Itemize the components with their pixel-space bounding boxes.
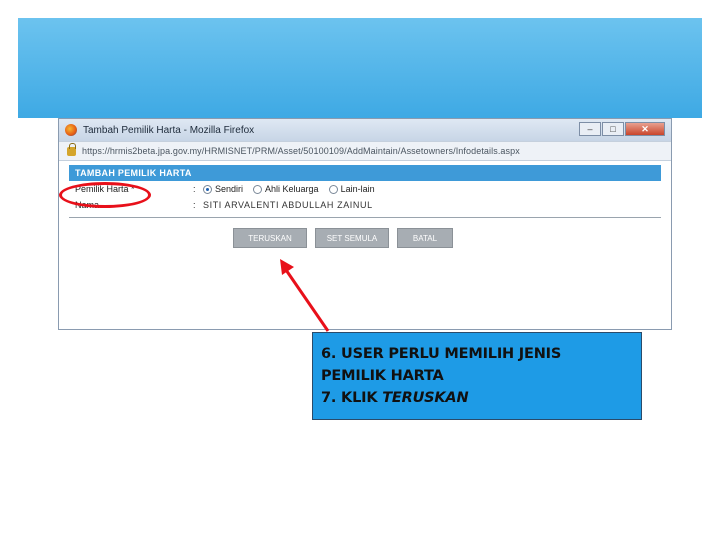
set-semula-button[interactable]: SET SEMULA (315, 228, 389, 248)
minimize-icon[interactable]: – (579, 122, 601, 136)
firefox-popup-window: Tambah Pemilik Harta - Mozilla Firefox –… (58, 118, 672, 330)
url-bar[interactable]: https://hrmis2beta.jpa.gov.my/HRMISNET/P… (59, 141, 671, 161)
firefox-icon (65, 124, 77, 136)
slide-header-band (18, 18, 702, 118)
callout-line-1: 6. USER PERLU MEMILIH JENIS (321, 346, 562, 362)
owner-row: Pemilik Harta * : Sendiri Ahli Keluarga … (69, 181, 661, 197)
divider (69, 217, 661, 218)
button-row: TERUSKAN SET SEMULA BATAL (233, 228, 661, 248)
form-header: TAMBAH PEMILIK HARTA (69, 165, 661, 181)
teruskan-button[interactable]: TERUSKAN (233, 228, 307, 248)
window-titlebar: Tambah Pemilik Harta - Mozilla Firefox –… (59, 119, 671, 141)
radio-icon[interactable] (328, 184, 338, 194)
callout-line-3: 7. KLIK TERUSKAN (321, 390, 469, 406)
radio-sendiri[interactable]: Sendiri (203, 184, 243, 194)
instruction-callout: 6. USER PERLU MEMILIH JENIS PEMILIK HART… (312, 332, 642, 420)
callout-line-2: PEMILIK HARTA (321, 368, 444, 384)
annotation-oval (59, 182, 151, 208)
page-content: TAMBAH PEMILIK HARTA Pemilik Harta * : S… (59, 161, 671, 329)
annotation-arrow-icon (280, 259, 330, 332)
radio-lain-lain[interactable]: Lain-lain (328, 184, 375, 194)
window-controls: – □ ✕ (579, 122, 665, 136)
lock-icon (67, 142, 76, 156)
radio-icon[interactable] (253, 184, 263, 194)
batal-button[interactable]: BATAL (397, 228, 453, 248)
radio-checked-icon[interactable] (203, 184, 212, 194)
owner-radio-group: Sendiri Ahli Keluarga Lain-lain (203, 184, 375, 194)
url-text[interactable]: https://hrmis2beta.jpa.gov.my/HRMISNET/P… (82, 146, 520, 156)
name-value: SITI ARVALENTI ABDULLAH ZAINUL (203, 200, 373, 210)
radio-ahli-keluarga[interactable]: Ahli Keluarga (253, 184, 319, 194)
maximize-icon[interactable]: □ (602, 122, 624, 136)
callout-emphasis: TERUSKAN (382, 390, 469, 406)
close-icon[interactable]: ✕ (625, 122, 665, 136)
name-row: Nama : SITI ARVALENTI ABDULLAH ZAINUL (69, 197, 661, 213)
window-title: Tambah Pemilik Harta - Mozilla Firefox (83, 124, 255, 136)
